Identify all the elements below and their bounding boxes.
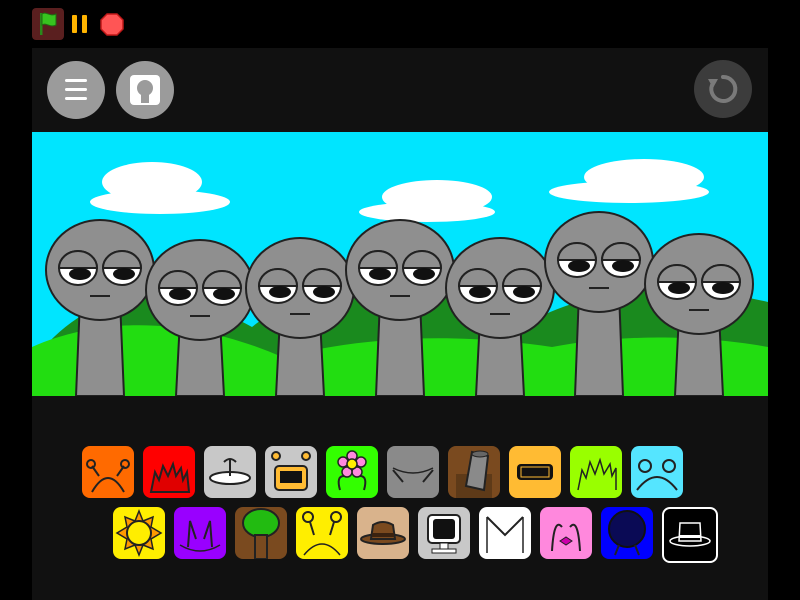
character-mode-button[interactable]	[116, 61, 174, 119]
scene-illustration	[32, 132, 768, 396]
sound-yellow-sun[interactable]	[113, 507, 165, 559]
pause-icon[interactable]	[68, 8, 92, 40]
reset-button[interactable]	[694, 60, 752, 118]
sound-white-envelope[interactable]	[479, 507, 531, 559]
flag-icon[interactable]	[32, 8, 64, 40]
sound-lime-grass-hair[interactable]	[570, 446, 622, 498]
sound-blue-afro[interactable]	[601, 507, 653, 559]
sound-grey-dish[interactable]	[204, 446, 256, 498]
portrait-icon	[130, 75, 160, 105]
sound-green-flower[interactable]	[326, 446, 378, 498]
sound-red-spikes[interactable]	[143, 446, 195, 498]
sound-black-top-hat[interactable]	[662, 507, 718, 563]
scene-view	[32, 132, 768, 396]
sound-grey-cat-ears[interactable]	[387, 446, 439, 498]
sound-tan-fedora[interactable]	[357, 507, 409, 559]
sound-brown-bucket[interactable]	[448, 446, 500, 498]
sound-pink-bow[interactable]	[540, 507, 592, 559]
sound-orange-antenna[interactable]	[82, 446, 134, 498]
sound-brown-tree[interactable]	[235, 507, 287, 559]
game-stage	[32, 48, 768, 600]
reset-icon	[708, 74, 738, 103]
stop-icon[interactable]	[100, 8, 124, 40]
sound-grey-computer[interactable]	[418, 507, 470, 559]
player-controls	[0, 0, 800, 48]
sound-purple-horns[interactable]	[174, 507, 226, 559]
menu-button[interactable]	[47, 61, 105, 119]
hamburger-icon	[65, 79, 87, 100]
sound-yellow-visor[interactable]	[509, 446, 561, 498]
sound-yellow-antenna-eyes[interactable]	[296, 507, 348, 559]
sound-palette	[32, 396, 768, 600]
sound-grey-robot-visor[interactable]	[265, 446, 317, 498]
sound-cyan-bear-ears[interactable]	[631, 446, 683, 498]
